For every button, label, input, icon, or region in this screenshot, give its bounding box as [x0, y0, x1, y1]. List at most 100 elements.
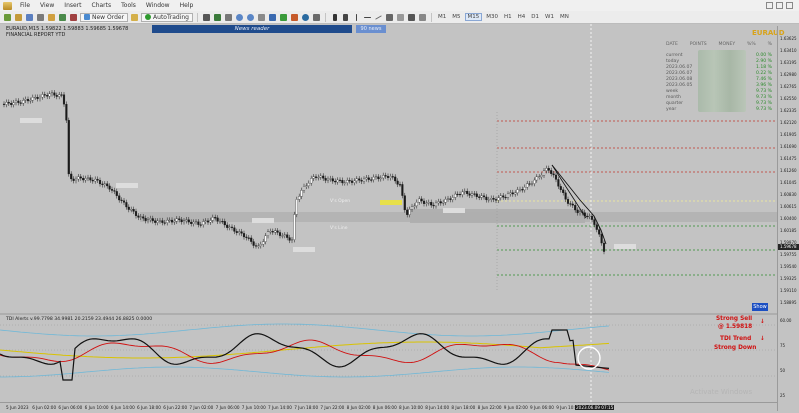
- candle-body: [444, 199, 447, 203]
- time-tick: 7 Jun 14:00: [268, 405, 292, 410]
- indicator-tick: 50: [780, 368, 786, 373]
- candle-body: [370, 179, 373, 181]
- stats-row-value: 2.90 %: [755, 59, 772, 64]
- candle-body: [221, 221, 224, 223]
- candle-body: [317, 177, 320, 179]
- candle-body: [302, 186, 306, 191]
- time-tick: 6 Jun 10:00: [84, 405, 109, 410]
- candle-body: [358, 178, 361, 181]
- price-tick: 1.62550: [780, 96, 797, 101]
- candle-body: [180, 219, 183, 223]
- candle-body: [410, 206, 414, 210]
- news-reader-bar[interactable]: News reader: [152, 25, 352, 33]
- time-tick: 5 Jun 2023: [6, 405, 29, 410]
- show-button[interactable]: Show: [752, 303, 768, 311]
- candle-body: [540, 175, 543, 177]
- news-count-badge[interactable]: 90 news: [356, 25, 386, 33]
- stats-row-value: 0.00 %: [755, 53, 772, 58]
- candle-body: [50, 92, 54, 94]
- time-tick: 7 Jun 06:00: [215, 405, 240, 410]
- indicator-tick: 25: [780, 393, 786, 398]
- candle-body: [98, 180, 102, 185]
- signal-line-2: @ 1.59818: [718, 324, 753, 330]
- price-tick: 1.61905: [780, 132, 797, 137]
- tdi-signal-box: Strong Sell ↓ @ 1.59818 TDI Trend ↓ Stro…: [700, 314, 776, 360]
- candle-body: [242, 233, 246, 238]
- tdi-lower-band: [0, 366, 610, 378]
- candle-body: [187, 219, 190, 223]
- candle-body: [319, 175, 322, 178]
- candle-body: [312, 176, 315, 179]
- time-tick: 9 Jun 02:00: [503, 405, 528, 410]
- candle-body: [286, 234, 289, 238]
- price-tick: 1.63195: [780, 60, 797, 65]
- candle-body: [521, 189, 524, 191]
- candle-body: [228, 226, 231, 228]
- tdi-rsi-line: [0, 329, 610, 381]
- stats-header-points: POINTS: [689, 42, 707, 47]
- arrow-down-icon: ↓: [760, 319, 765, 325]
- candle-body: [70, 173, 73, 180]
- time-tick: 7 Jun 18:00: [294, 405, 319, 410]
- candle-body: [326, 178, 330, 181]
- time-tick: 6 Jun 14:00: [110, 405, 135, 410]
- candle-body: [240, 231, 243, 234]
- candle-body: [36, 97, 39, 99]
- candle-body: [53, 92, 56, 96]
- candle-body: [173, 221, 176, 223]
- time-axis[interactable]: 5 Jun 2023 6 Jun 02:00 6 Jun 06:00 6 Jun 10…: [0, 402, 777, 413]
- candle-body: [478, 196, 481, 198]
- candle-body: [170, 219, 174, 223]
- candle-body: [538, 176, 541, 178]
- candle-body: [502, 195, 505, 198]
- candle-body: [384, 175, 387, 177]
- candle-body: [163, 222, 166, 224]
- candle-body: [463, 190, 466, 193]
- signal-line-4: Strong Down: [714, 345, 757, 351]
- price-tick: 1.58895: [780, 300, 797, 305]
- candle-body: [101, 183, 104, 185]
- time-tick: 6 Jun 18:00: [137, 405, 161, 410]
- price-tick: 1.61690: [780, 144, 797, 149]
- level-label: [116, 183, 138, 188]
- level-label: [252, 218, 274, 223]
- candle-body: [233, 227, 236, 232]
- indicator-tick: 60.00: [780, 318, 792, 323]
- indicator-tick: 75: [780, 343, 786, 348]
- candle-body: [439, 201, 442, 204]
- candle-body: [254, 245, 258, 247]
- time-tick: 9 Jun 06:00: [530, 405, 554, 410]
- stats-row-label: 2023.06.07: [666, 71, 693, 76]
- candle-body: [12, 102, 15, 105]
- candle-body: [418, 198, 421, 203]
- price-tick: 1.62980: [780, 72, 797, 77]
- candle-body: [427, 202, 430, 204]
- stats-header-pct2: %%: [747, 42, 756, 47]
- candle-body: [578, 211, 582, 214]
- candle-body: [137, 215, 140, 218]
- candle-body: [530, 183, 534, 185]
- stats-header: DATE POINTS MONEY %% %: [666, 42, 772, 47]
- windows-watermark: Activate Windows: [690, 388, 753, 396]
- trendline-drawing: [551, 164, 607, 245]
- candle-body: [600, 234, 603, 244]
- candle-body: [449, 198, 452, 200]
- candle-body: [79, 176, 82, 179]
- candle-body: [362, 178, 366, 182]
- candle-body: [144, 218, 147, 221]
- candle-body: [571, 203, 574, 206]
- candle-body: [10, 103, 13, 105]
- blurred-values: [698, 50, 746, 112]
- candle-body: [38, 96, 42, 99]
- candle-body: [602, 242, 606, 252]
- candle-body: [211, 217, 214, 221]
- candle-body: [223, 221, 226, 226]
- candle-body: [518, 189, 522, 191]
- stats-header-money: MONEY: [718, 42, 736, 47]
- price-scale[interactable]: 1.63625 1.63410 1.63195 1.62980 1.62765 1.625…: [777, 26, 799, 411]
- candle-body: [259, 244, 262, 246]
- price-tick: 1.59110: [780, 288, 797, 293]
- candle-body: [274, 230, 277, 233]
- time-cursor-label: 2023.06.09 07:15: [575, 405, 615, 410]
- stats-row-value: 9.73 %: [755, 107, 772, 112]
